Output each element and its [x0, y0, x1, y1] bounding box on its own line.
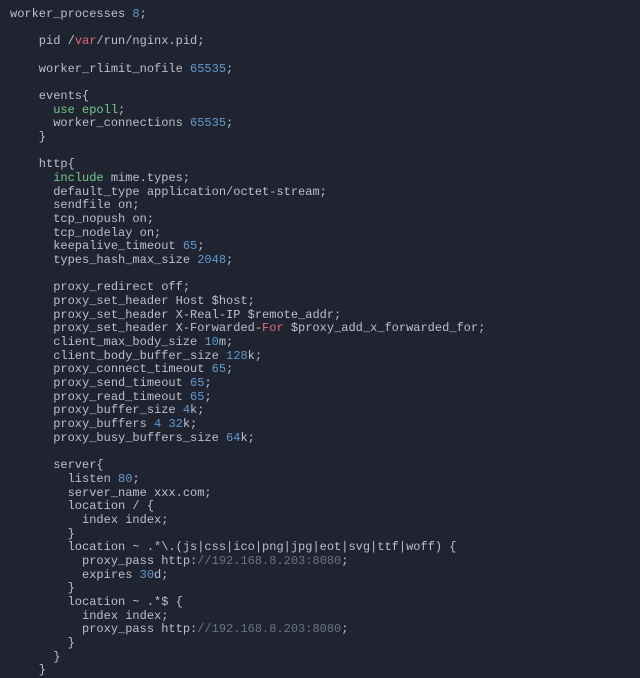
code-token: mime.types;: [104, 171, 190, 185]
code-token: types_hash_max_size: [10, 253, 197, 267]
code-token: //192.168.8.203:8080: [197, 622, 341, 636]
code-token: server{: [10, 458, 104, 472]
code-token: location ~ .*\.(js|css|ico|png|jpg|eot|s…: [10, 540, 456, 554]
code-token: 65: [212, 362, 226, 376]
code-token: 65535: [190, 62, 226, 76]
code-token: ;: [132, 472, 139, 486]
code-token: }: [10, 581, 75, 595]
code-token: $proxy_add_x_forwarded_for;: [284, 321, 486, 335]
code-token: proxy_set_header X-Forwarded-: [10, 321, 262, 335]
code-token: k;: [183, 417, 197, 431]
code-token: /run/nginx.pid;: [96, 34, 204, 48]
code-token: ;: [204, 376, 211, 390]
code-token: proxy_set_header Host $host;: [10, 294, 255, 308]
code-content: worker_processes 8; pid /var/run/nginx.p…: [10, 7, 485, 677]
code-token: use: [53, 103, 75, 117]
code-token: ;: [226, 62, 233, 76]
code-token: d;: [154, 568, 168, 582]
code-token: worker_connections: [10, 116, 190, 130]
code-token: ;: [118, 103, 125, 117]
code-token: ;: [226, 362, 233, 376]
code-token: 64: [226, 431, 240, 445]
code-token: events{: [10, 89, 89, 103]
code-token: [10, 171, 53, 185]
code-token: 65: [190, 376, 204, 390]
code-token: proxy_send_timeout: [10, 376, 190, 390]
code-token: worker_rlimit_nofile: [10, 62, 190, 76]
code-token: ;: [197, 239, 204, 253]
code-token: client_max_body_size: [10, 335, 204, 349]
code-token: default_type application/octet-stream;: [10, 185, 327, 199]
code-block: worker_processes 8; pid /var/run/nginx.p…: [0, 0, 640, 678]
code-token: ;: [341, 554, 348, 568]
code-token: [75, 103, 82, 117]
code-token: 65: [183, 239, 197, 253]
code-token: 32: [168, 417, 182, 431]
code-token: epoll: [82, 103, 118, 117]
code-token: 10: [204, 335, 218, 349]
code-token: proxy_pass http:: [10, 554, 197, 568]
code-token: }: [10, 527, 75, 541]
code-token: keepalive_timeout: [10, 239, 183, 253]
code-token: client_body_buffer_size: [10, 349, 226, 363]
code-token: listen: [10, 472, 118, 486]
code-token: 65535: [190, 116, 226, 130]
code-token: tcp_nopush on;: [10, 212, 154, 226]
code-token: For: [262, 321, 284, 335]
code-token: proxy_buffers: [10, 417, 154, 431]
code-token: k;: [240, 431, 254, 445]
code-token: proxy_read_timeout: [10, 390, 190, 404]
code-token: 80: [118, 472, 132, 486]
code-token: http{: [10, 157, 75, 171]
code-token: index index;: [10, 513, 168, 527]
code-token: ;: [204, 390, 211, 404]
code-token: [10, 103, 53, 117]
code-token: }: [10, 130, 46, 144]
code-token: ;: [341, 622, 348, 636]
code-token: tcp_nodelay on;: [10, 226, 161, 240]
code-token: m;: [219, 335, 233, 349]
code-token: proxy_pass http:: [10, 622, 197, 636]
code-token: index index;: [10, 609, 168, 623]
code-token: 2048: [197, 253, 226, 267]
code-token: pid /: [10, 34, 75, 48]
code-token: }: [10, 663, 46, 677]
code-token: }: [10, 636, 75, 650]
code-token: 4: [183, 403, 190, 417]
code-token: //192.168.8.203:8080: [197, 554, 341, 568]
code-token: expires: [10, 568, 140, 582]
code-token: proxy_connect_timeout: [10, 362, 212, 376]
code-token: proxy_set_header X-Real-IP $remote_addr;: [10, 308, 341, 322]
code-token: sendfile on;: [10, 198, 140, 212]
code-token: location / {: [10, 499, 154, 513]
code-token: include: [53, 171, 103, 185]
code-token: proxy_redirect off;: [10, 280, 190, 294]
code-token: ;: [140, 7, 147, 21]
code-token: var: [75, 34, 97, 48]
code-token: server_name xxx.com;: [10, 486, 212, 500]
code-token: }: [10, 650, 60, 664]
code-token: 65: [190, 390, 204, 404]
code-token: proxy_buffer_size: [10, 403, 183, 417]
code-token: k;: [190, 403, 204, 417]
code-token: ;: [226, 116, 233, 130]
code-token: proxy_busy_buffers_size: [10, 431, 226, 445]
code-token: location ~ .*$ {: [10, 595, 183, 609]
code-token: 8: [132, 7, 139, 21]
code-token: ;: [226, 253, 233, 267]
code-token: 30: [140, 568, 154, 582]
code-token: worker_processes: [10, 7, 132, 21]
code-token: k;: [248, 349, 262, 363]
code-token: 128: [226, 349, 248, 363]
